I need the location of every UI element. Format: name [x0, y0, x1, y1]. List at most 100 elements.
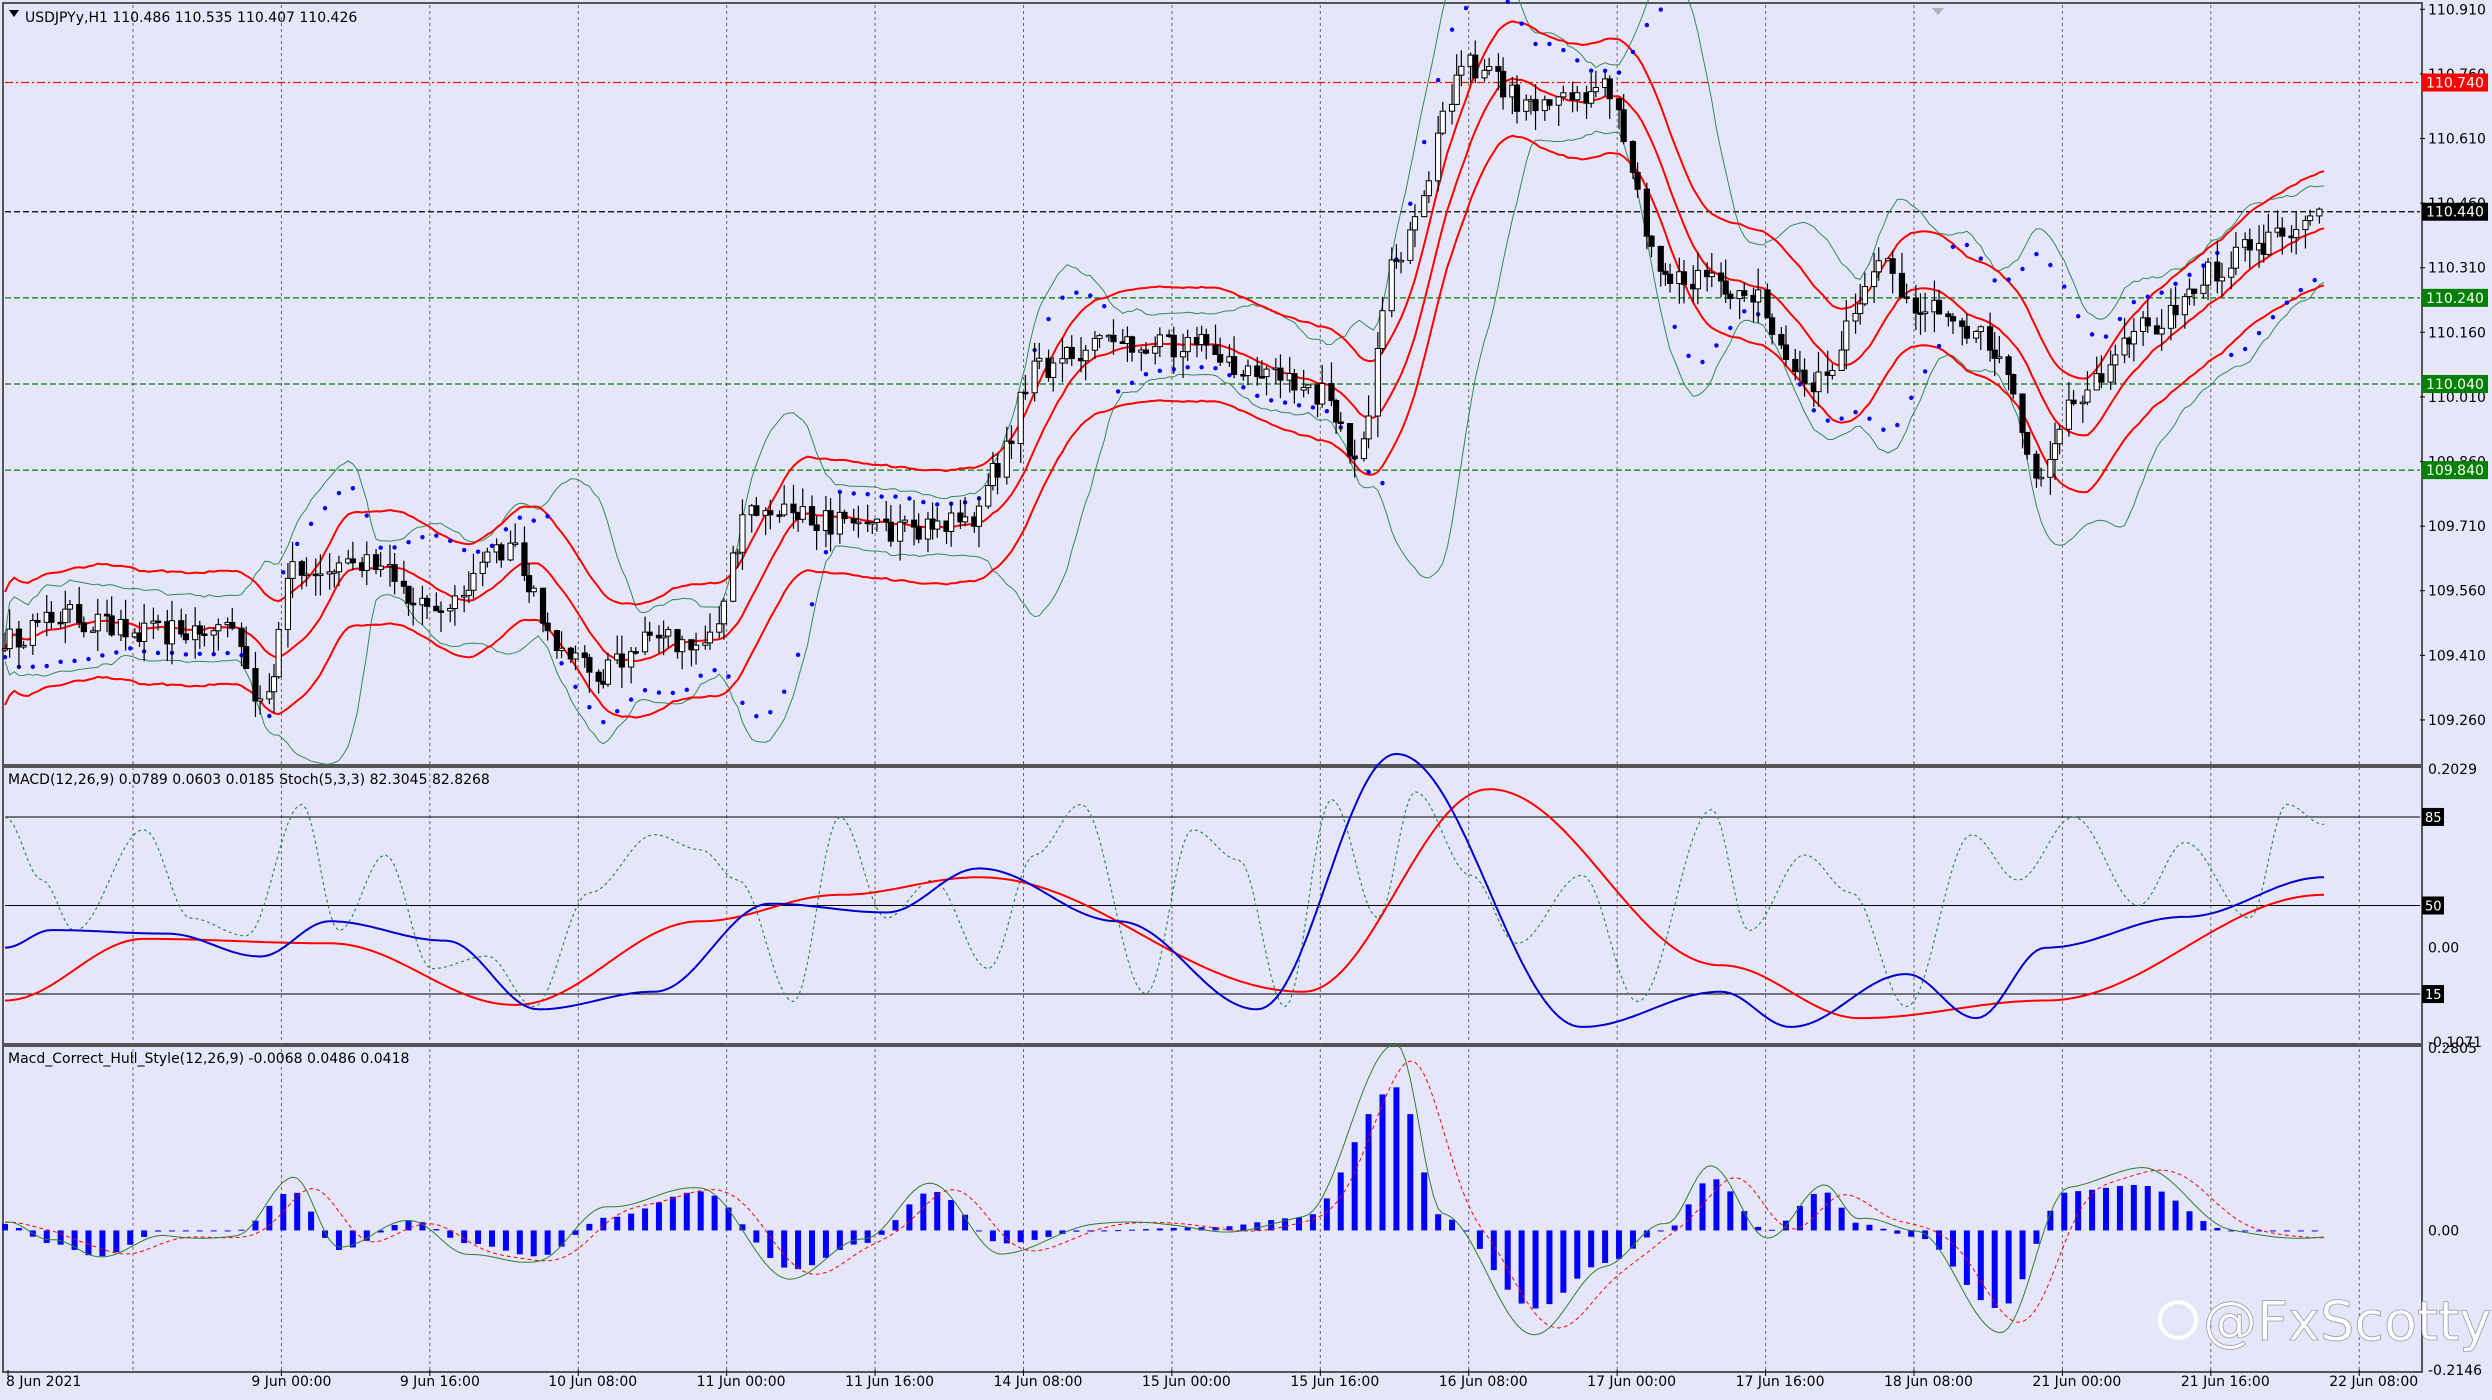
candle-body — [915, 526, 922, 540]
candle-body — [34, 619, 41, 623]
candle-body — [266, 691, 273, 700]
candle-body — [2228, 267, 2235, 278]
candle-body — [813, 524, 820, 531]
candle-body — [910, 519, 918, 528]
trading-chart-window[interactable]: 110.910110.760110.610110.460110.310110.1… — [0, 0, 2492, 1396]
sar-dot — [1227, 373, 1232, 378]
histogram-bar — [141, 1230, 148, 1237]
histogram-bar — [502, 1230, 509, 1251]
time-tick-label: 17 Jun 16:00 — [1736, 1374, 1825, 1390]
histogram-bar — [224, 1230, 231, 1232]
sar-dot — [921, 499, 926, 505]
candle-body — [1397, 259, 1405, 263]
candle-body — [1513, 84, 1521, 112]
sar-dot — [448, 538, 453, 544]
sar-dot — [336, 490, 342, 496]
candle-body — [1727, 293, 1734, 300]
candle-body — [1778, 333, 1785, 346]
candle-body — [1977, 326, 1984, 332]
candle-body — [1439, 110, 1446, 134]
candle-body — [122, 618, 129, 638]
chart-canvas[interactable]: 110.910110.760110.610110.460110.310110.1… — [0, 0, 2492, 1396]
histogram-bar — [2269, 1230, 2276, 1232]
candle-body — [2232, 246, 2239, 269]
candle-body — [1328, 383, 1335, 402]
histogram-bar — [1031, 1230, 1038, 1240]
candle-body — [1643, 188, 1650, 237]
sar-dot — [225, 650, 230, 656]
candle-body — [961, 516, 969, 523]
sar-dot — [517, 515, 523, 520]
candle-body — [1091, 337, 1099, 351]
candle-body — [1792, 358, 1799, 372]
sar-dot — [1185, 365, 1190, 370]
histogram-bar — [753, 1230, 760, 1243]
candle-body — [1184, 336, 1191, 353]
histogram-bar — [1142, 1229, 1149, 1231]
candle-body — [1620, 109, 1627, 143]
histogram-bar — [1532, 1230, 1539, 1309]
candle-body — [753, 505, 760, 516]
candle-body — [66, 604, 74, 610]
histogram-bar — [2311, 1230, 2318, 1232]
price-tick-label: 110.910 — [2428, 2, 2486, 18]
histogram-bar — [43, 1230, 50, 1243]
histogram-bar — [2005, 1230, 2012, 1304]
candle-body — [2056, 428, 2063, 445]
candle-body — [256, 698, 264, 702]
candle-body — [252, 667, 259, 702]
candle-body — [2051, 443, 2059, 461]
candle-body — [679, 639, 686, 653]
histogram-bar — [280, 1194, 287, 1231]
candle-body — [1903, 296, 1910, 299]
candle-body — [604, 659, 612, 685]
candle-body — [229, 621, 236, 629]
sar-dot — [392, 545, 397, 550]
candle-body — [855, 521, 862, 525]
candle-body — [1291, 373, 1298, 391]
histogram-bar — [809, 1230, 816, 1266]
sar-dot — [1422, 139, 1427, 145]
candle-body — [897, 521, 904, 542]
sar-dot — [308, 521, 314, 527]
histogram-bar — [1518, 1230, 1525, 1304]
histogram-bar — [836, 1230, 843, 1250]
candle-body — [530, 587, 537, 593]
candle-body — [1411, 216, 1419, 231]
sar-dot — [1380, 480, 1385, 486]
candle-body — [423, 597, 431, 607]
sar-dot — [754, 713, 759, 719]
candle-body — [1615, 98, 1623, 111]
candle-body — [76, 604, 83, 624]
sar-dot — [1268, 398, 1274, 403]
price-tick-label: 109.560 — [2428, 584, 2486, 600]
candle-body — [1634, 171, 1641, 190]
sar-dot — [475, 549, 481, 554]
sar-dot — [712, 667, 717, 673]
candle-body — [1829, 369, 1836, 376]
histogram-bar — [1977, 1230, 1984, 1301]
sar-dot — [434, 533, 439, 538]
candle-body — [539, 587, 547, 624]
candle-body — [1495, 66, 1502, 72]
candle-body — [1212, 344, 1219, 356]
candle-body — [1592, 86, 1599, 93]
hull-tick-label: 0.00 — [2428, 1223, 2459, 1239]
candle-body — [29, 619, 36, 646]
sar-dot — [1964, 242, 1970, 248]
candle-body — [1898, 272, 1906, 298]
sar-dot — [684, 687, 689, 692]
candle-body — [2191, 288, 2198, 294]
sar-dot — [1547, 41, 1552, 47]
histogram-bar — [391, 1224, 398, 1231]
candle-body — [1949, 316, 1957, 322]
candle-body — [595, 671, 602, 682]
histogram-bar — [795, 1230, 802, 1270]
histogram-bar — [2130, 1184, 2137, 1231]
sar-dot — [726, 674, 731, 679]
sar-dot — [2048, 262, 2053, 268]
histogram-bar — [433, 1229, 440, 1231]
candle-body — [1217, 354, 1224, 363]
candle-body — [1815, 371, 1822, 393]
candle-body — [289, 561, 296, 579]
